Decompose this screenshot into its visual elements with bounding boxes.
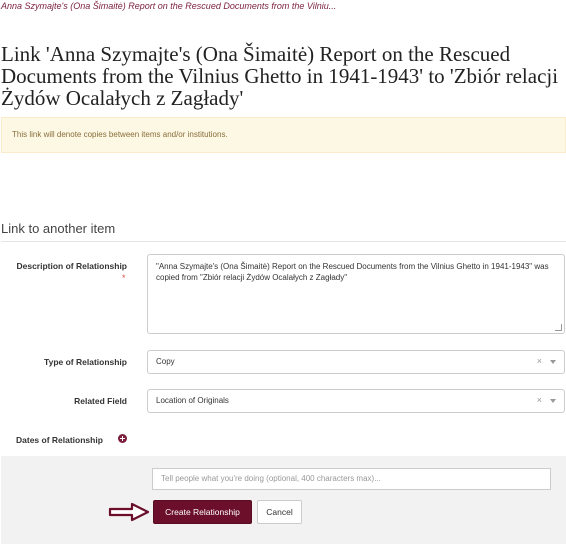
log-message-input[interactable]: Tell people what you're doing (optional,… [152,468,551,490]
type-label: Type of Relationship [44,357,127,367]
related-field-label: Related Field [74,396,127,406]
plus-circle-icon[interactable] [118,434,127,443]
info-alert: This link will denote copies between ite… [1,117,566,153]
description-textarea[interactable]: "Anna Szymajte's (Ona Šimaitė) Report on… [147,254,565,334]
dates-label: Dates of Relationship [16,435,103,445]
clear-icon[interactable]: × [537,395,542,405]
related-field-select[interactable]: Location of Originals × [147,389,565,413]
arrow-right-icon [108,502,150,522]
chevron-down-icon[interactable] [550,399,556,403]
section-divider [1,241,566,242]
required-marker: * [122,273,126,283]
related-field-selected-value: Location of Originals [156,396,229,405]
create-relationship-button[interactable]: Create Relationship [153,500,252,524]
resize-grip-icon[interactable] [555,324,562,331]
type-selected-value: Copy [156,357,175,366]
clear-icon[interactable]: × [537,356,542,366]
page-title: Link 'Anna Szymajte's (Ona Šimaitė) Repo… [1,42,559,110]
description-value: "Anna Szymajte's (Ona Šimaitė) Report on… [156,262,549,282]
type-select[interactable]: Copy × [147,350,565,374]
breadcrumb[interactable]: Anna Szymajte's (Ona Šimaitė) Report on … [1,1,336,11]
description-label: Description of Relationship [16,261,127,271]
section-heading: Link to another item [1,221,116,236]
cancel-button[interactable]: Cancel [257,500,302,524]
chevron-down-icon[interactable] [550,360,556,364]
